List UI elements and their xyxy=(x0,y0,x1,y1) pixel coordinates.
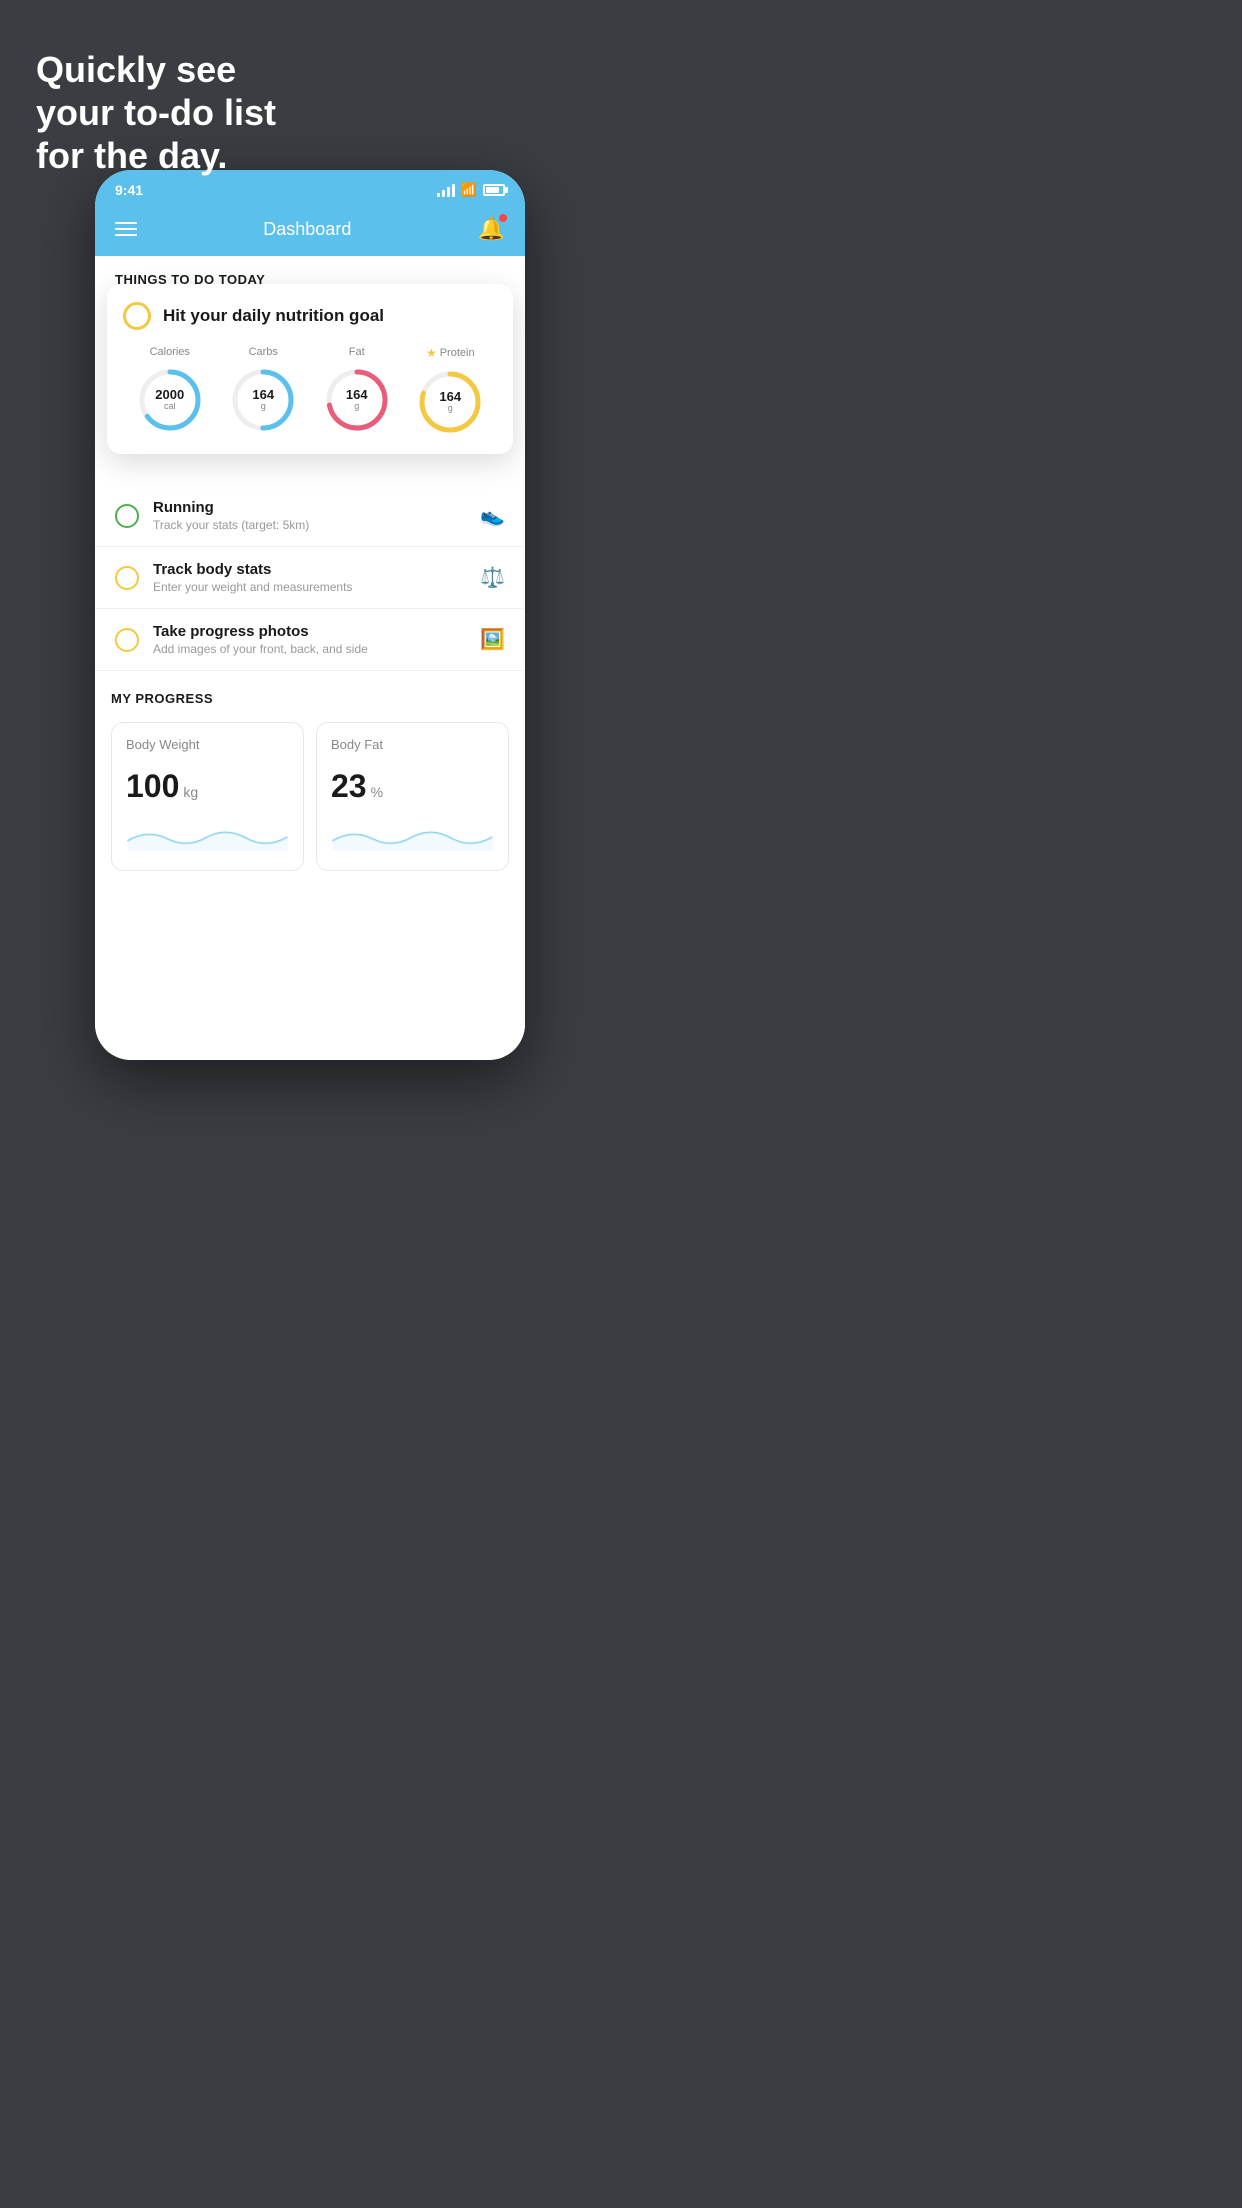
todo-check-circle[interactable] xyxy=(123,302,151,330)
progress-card[interactable]: Body Fat 23 % xyxy=(316,722,509,871)
todo-circle xyxy=(115,504,139,528)
metric-label: Carbs xyxy=(249,346,278,358)
progress-number: 100 xyxy=(126,768,179,805)
todo-action-icon: ⚖️ xyxy=(480,565,505,590)
menu-button[interactable] xyxy=(115,222,137,236)
progress-cards: Body Weight 100 kg Body Fat 23 % xyxy=(111,722,509,871)
battery-icon xyxy=(483,184,505,196)
todo-name: Track body stats xyxy=(153,561,466,578)
nutrition-metric-carbs: Carbs 164 g xyxy=(229,346,297,434)
metric-label: Fat xyxy=(349,346,365,358)
donut-chart: 2000 cal xyxy=(136,366,204,434)
todo-text: Track body stats Enter your weight and m… xyxy=(153,561,466,594)
app-content: THINGS TO DO TODAY Hit your daily nutrit… xyxy=(95,256,525,1060)
metric-label: Calories xyxy=(150,346,190,358)
nutrition-metric-calories: Calories 2000 cal xyxy=(136,346,204,434)
progress-value: 23 % xyxy=(331,768,494,805)
hero-text: Quickly see your to-do list for the day. xyxy=(36,48,276,178)
todo-desc: Enter your weight and measurements xyxy=(153,580,466,594)
todo-circle xyxy=(115,628,139,652)
todo-item[interactable]: Running Track your stats (target: 5km) 👟 xyxy=(95,485,525,547)
hero-line-2: your to-do list xyxy=(36,91,276,134)
todo-item[interactable]: Track body stats Enter your weight and m… xyxy=(95,547,525,609)
status-icons: 📶 xyxy=(437,182,505,198)
header-title: Dashboard xyxy=(263,219,351,240)
progress-value: 100 kg xyxy=(126,768,289,805)
phone-mockup: 9:41 📶 Dashboard 🔔 THINGS xyxy=(95,170,525,1060)
progress-unit: % xyxy=(371,784,383,800)
donut-value: 164 g xyxy=(346,388,368,412)
todo-list: Running Track your stats (target: 5km) 👟… xyxy=(95,485,525,671)
nutrition-metric-fat: Fat 164 g xyxy=(323,346,391,434)
donut-chart: 164 g xyxy=(416,368,484,436)
hamburger-line xyxy=(115,222,137,224)
todo-circle xyxy=(115,566,139,590)
todo-action-icon: 🖼️ xyxy=(480,627,505,652)
progress-card[interactable]: Body Weight 100 kg xyxy=(111,722,304,871)
donut-value: 164 g xyxy=(252,388,274,412)
wifi-icon: 📶 xyxy=(461,182,477,198)
todo-name: Running xyxy=(153,499,466,516)
app-header: Dashboard 🔔 xyxy=(95,206,525,256)
signal-icon xyxy=(437,183,455,197)
todo-item[interactable]: Take progress photos Add images of your … xyxy=(95,609,525,671)
nutrition-metric-protein: ★Protein 164 g xyxy=(416,346,484,436)
nutrition-header: Hit your daily nutrition goal xyxy=(123,302,497,330)
donut-chart: 164 g xyxy=(229,366,297,434)
progress-section: MY PROGRESS Body Weight 100 kg Body Fat … xyxy=(95,671,525,871)
status-time: 9:41 xyxy=(115,182,143,198)
todo-desc: Add images of your front, back, and side xyxy=(153,642,466,656)
progress-number: 23 xyxy=(331,768,367,805)
nutrition-card: Hit your daily nutrition goal Calories 2… xyxy=(107,284,513,454)
star-icon: ★ xyxy=(426,346,437,360)
nutrition-title: Hit your daily nutrition goal xyxy=(163,306,384,326)
hamburger-line xyxy=(115,234,137,236)
hamburger-line xyxy=(115,228,137,230)
todo-action-icon: 👟 xyxy=(480,503,505,528)
todo-name: Take progress photos xyxy=(153,623,466,640)
todo-text: Running Track your stats (target: 5km) xyxy=(153,499,466,532)
progress-card-title: Body Weight xyxy=(126,737,289,752)
hero-line-1: Quickly see xyxy=(36,48,276,91)
progress-card-title: Body Fat xyxy=(331,737,494,752)
notification-dot xyxy=(499,214,507,222)
nutrition-circles: Calories 2000 cal Carbs 164 g Fat xyxy=(123,346,497,436)
metric-label: ★Protein xyxy=(426,346,475,360)
todo-desc: Track your stats (target: 5km) xyxy=(153,518,466,532)
progress-section-title: MY PROGRESS xyxy=(111,691,509,710)
donut-chart: 164 g xyxy=(323,366,391,434)
donut-value: 2000 cal xyxy=(155,388,184,412)
wave-chart xyxy=(126,821,289,851)
donut-value: 164 g xyxy=(439,390,461,414)
progress-unit: kg xyxy=(183,784,198,800)
todo-text: Take progress photos Add images of your … xyxy=(153,623,466,656)
wave-chart xyxy=(331,821,494,851)
notification-button[interactable]: 🔔 xyxy=(478,216,505,242)
hero-line-3: for the day. xyxy=(36,134,276,177)
